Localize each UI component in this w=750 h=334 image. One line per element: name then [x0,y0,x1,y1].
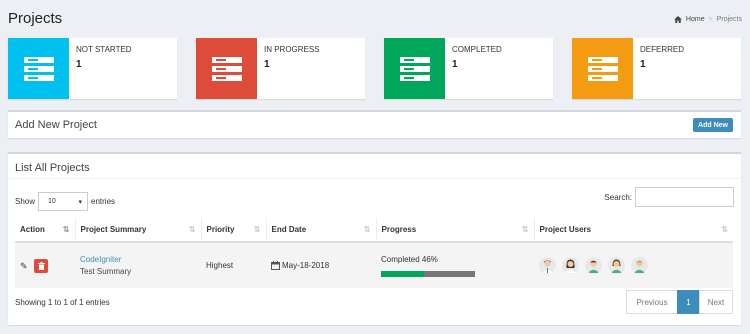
progress-bar [381,270,475,277]
breadcrumb-separator: > [708,16,713,23]
sort-icon: ⇅ [521,225,529,234]
progress-cell: Completed 46% [376,242,534,288]
stat-icon-bg [384,38,445,99]
search-box: Search: [604,187,734,207]
panel-title: List All Projects [15,162,90,174]
column-header-end-date[interactable]: End Date ⇅ [266,218,377,243]
project-summary: Test Summary [80,267,132,276]
stat-box-not-started: NOT STARTED 1 [8,38,177,99]
pagination-next[interactable]: Next [699,290,733,314]
stat-label: IN PROGRESS [264,45,320,54]
column-header-label: Project Users [539,225,592,234]
home-icon [674,16,682,23]
list-projects-panel: List All Projects Show 10 ▾ entries Sear… [8,152,741,325]
column-header-label: End Date [271,225,307,234]
sort-icon: ⇅ [253,225,261,234]
breadcrumb-home[interactable]: Home [686,16,705,23]
action-cell: ✎ [15,242,75,288]
user-avatar-icon[interactable] [585,257,602,274]
entries-select[interactable]: 10 ▾ [38,192,89,211]
stat-label: DEFERRED [640,45,685,54]
user-avatar-icon[interactable] [562,257,579,274]
add-project-panel: Add New Project Add New [8,110,741,138]
column-header-users[interactable]: Project Users ⇅ [534,218,733,243]
breadcrumb-current: Projects [716,16,742,23]
pagination-page[interactable]: 1 [677,290,700,314]
column-header-action[interactable]: Action ⇅ [15,218,76,243]
sort-icon: ⇅ [188,225,196,234]
table-row: ✎ CodeIgniter Test Summary Highest May-1… [15,242,733,288]
search-label: Search: [604,192,632,202]
server-icon [23,56,54,81]
stat-icon-bg [196,38,257,99]
stat-box-completed: COMPLETED 1 [384,38,553,99]
entries-select-value: 10 [48,198,56,205]
stat-value: 1 [76,59,82,70]
priority-cell: Highest [201,242,266,288]
delete-button[interactable] [34,258,48,273]
column-header-priority[interactable]: Priority ⇅ [201,218,267,243]
pagination-previous[interactable]: Previous [626,290,678,314]
stat-value: 1 [264,59,270,70]
stat-label: COMPLETED [452,45,502,54]
stat-icon-bg [572,38,633,99]
stat-value: 1 [640,59,646,70]
user-avatar-icon[interactable] [539,257,556,274]
progress-fill [381,270,425,277]
entries-label: entries [91,197,116,206]
sort-asc-icon: ⇅ [62,225,70,234]
column-header-progress[interactable]: Progress ⇅ [376,218,535,243]
panel-divider [8,178,741,179]
pagination: Previous 1 Next [626,290,733,314]
stat-label: NOT STARTED [76,45,132,54]
sort-icon: ⇅ [721,225,728,234]
page-title: Projects [8,10,63,27]
column-header-summary[interactable]: Project Summary ⇅ [75,218,202,243]
server-icon [587,56,618,81]
server-icon [211,56,242,81]
stat-box-deferred: DEFERRED 1 [572,38,741,99]
table-info: Showing 1 to 1 of 1 entries [15,298,110,307]
column-header-label: Action [20,225,45,234]
add-new-button[interactable]: Add New [693,118,733,132]
stat-icon-bg [8,38,69,99]
project-link[interactable]: CodeIgniter [80,255,201,264]
panel-title: Add New Project [15,119,97,131]
column-header-label: Priority [206,225,235,234]
sort-icon: ⇅ [363,225,371,234]
summary-cell: CodeIgniter Test Summary [75,242,201,288]
trash-icon [37,261,45,270]
show-label: Show [15,197,36,206]
server-icon [399,56,430,81]
calendar-icon [271,261,280,270]
progress-text: Completed 46% [381,254,438,264]
end-date: May-18-2018 [282,261,330,270]
end-date-cell: May-18-2018 [266,242,376,288]
projects-table: Action ⇅ Project Summary ⇅ Priority ⇅ End D… [15,218,733,288]
column-header-label: Project Summary [80,225,147,234]
caret-down-icon: ▾ [78,198,83,206]
edit-icon[interactable]: ✎ [20,261,30,271]
column-header-label: Progress [381,225,417,234]
user-avatar-icon[interactable] [631,257,648,274]
breadcrumb: Home > Projects [674,16,742,23]
stat-value: 1 [452,59,458,70]
users-cell [534,242,733,288]
user-avatar-icon[interactable] [608,257,625,274]
stat-box-in-progress: IN PROGRESS 1 [196,38,365,99]
entries-length: Show 10 ▾ entries [15,192,115,211]
search-input[interactable] [635,187,734,207]
